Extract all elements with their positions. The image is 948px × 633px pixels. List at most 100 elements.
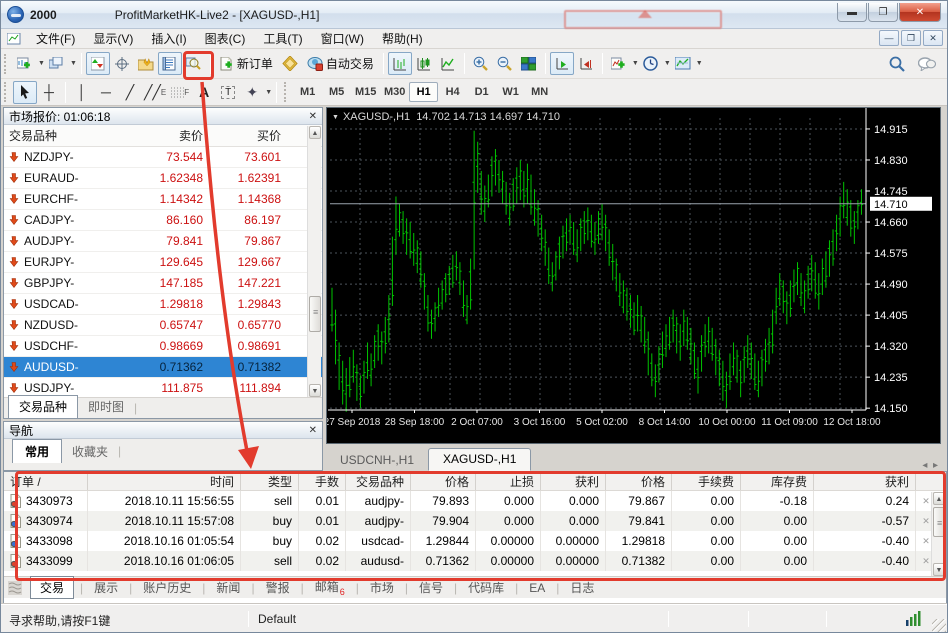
close-button[interactable]: ✕ <box>899 3 941 22</box>
col-bid[interactable]: 卖价 <box>131 127 209 144</box>
orders-col-4[interactable]: 交易品种 <box>346 472 411 490</box>
menu-item-6[interactable]: 帮助(H) <box>373 30 432 48</box>
chart-system-icon[interactable] <box>7 32 21 45</box>
terminal-tab-2[interactable]: 账户历史 <box>134 577 200 598</box>
chart-tab-usdcnh[interactable]: USDCNH-,H1 <box>326 450 428 471</box>
orders-col-8[interactable]: 价格 <box>606 472 672 490</box>
restore-button[interactable]: ❐ <box>868 3 898 22</box>
new-chart-button[interactable] <box>13 52 37 75</box>
chart-tab-xagusd[interactable]: XAGUSD-,H1 <box>428 448 532 471</box>
scroll-down-icon[interactable]: ▼ <box>933 563 945 576</box>
orders-col-2[interactable]: 类型 <box>241 472 299 490</box>
vertical-line-tool-button[interactable]: │ <box>70 81 94 104</box>
fibonacci-tool-button[interactable]: F <box>168 81 192 104</box>
market-watch-row[interactable]: NZDJPY- 73.544 73.601 <box>4 147 322 168</box>
tab-tick-chart[interactable]: 即时图 <box>78 396 134 418</box>
tab-common[interactable]: 常用 <box>12 439 63 463</box>
timeframe-m15-button[interactable]: M15 <box>351 82 380 102</box>
order-row[interactable]: 3430974 2018.10.11 15:57:08 buy 0.01 audjpy-… <box>4 511 946 531</box>
search-icon[interactable] <box>885 52 909 75</box>
new-order-button[interactable]: 新订单 <box>215 52 278 75</box>
timeframe-h4-button[interactable]: H4 <box>438 82 467 102</box>
market-watch-row[interactable]: CADJPY- 86.160 86.197 <box>4 210 322 231</box>
orders-col-7[interactable]: 获利 <box>541 472 606 490</box>
market-watch-row[interactable]: AUDJPY- 79.841 79.867 <box>4 231 322 252</box>
indicators-button[interactable] <box>607 52 631 75</box>
orders-col-3[interactable]: 手数 <box>299 472 346 490</box>
col-symbol[interactable]: 交易品种 <box>4 127 131 144</box>
orders-col-5[interactable]: 价格 <box>411 472 476 490</box>
market-watch-row[interactable]: AUDUSD- 0.71362 0.71382 <box>4 357 322 378</box>
text-label-tool-button[interactable]: T <box>216 81 240 104</box>
profiles-button[interactable] <box>45 52 69 75</box>
terminal-tab-0[interactable]: 交易 <box>30 576 75 599</box>
menu-item-2[interactable]: 插入(I) <box>142 30 195 48</box>
terminal-tab-7[interactable]: 信号 <box>410 577 452 598</box>
auto-scroll-button[interactable] <box>549 52 574 75</box>
menu-item-5[interactable]: 窗口(W) <box>312 30 373 48</box>
templates-button[interactable] <box>671 52 695 75</box>
zoom-in-button[interactable] <box>469 52 493 75</box>
status-profile[interactable]: Default <box>258 612 296 626</box>
toolbar-grip[interactable] <box>4 53 9 74</box>
mdi-restore-button[interactable]: ❐ <box>901 30 921 46</box>
new-chart-dropdown[interactable]: ▼ <box>38 60 45 67</box>
market-watch-row[interactable]: NZDUSD- 0.65747 0.65770 <box>4 315 322 336</box>
terminal-tab-9[interactable]: EA <box>520 579 554 597</box>
mdi-minimize-button[interactable]: — <box>879 30 899 46</box>
scroll-up-icon[interactable]: ▲ <box>309 126 321 139</box>
trendline-tool-button[interactable]: ╱ <box>118 81 142 104</box>
market-watch-toggle-button[interactable] <box>85 52 110 75</box>
price-chart[interactable]: 14.915 14.830 14.745 14.660 14.575 14.490 14.4… <box>327 108 940 443</box>
orders-col-9[interactable]: 手续费 <box>672 472 741 490</box>
templates-dropdown[interactable]: ▼ <box>696 60 703 67</box>
scroll-thumb[interactable] <box>933 507 945 537</box>
arrows-tool-button[interactable]: ✦ <box>240 81 264 104</box>
periods-dropdown[interactable]: ▼ <box>664 60 671 67</box>
navigator-toggle-button[interactable] <box>134 52 158 75</box>
arrows-dropdown[interactable]: ▼ <box>265 89 272 96</box>
indicators-dropdown[interactable]: ▼ <box>632 60 639 67</box>
market-watch-row[interactable]: GBPJPY- 147.185 147.221 <box>4 273 322 294</box>
timeframe-m5-button[interactable]: M5 <box>322 82 351 102</box>
crosshair-tool-button[interactable]: ┼ <box>37 81 61 104</box>
market-watch-row[interactable]: USDCHF- 0.98669 0.98691 <box>4 336 322 357</box>
chart-window[interactable]: 14.915 14.830 14.745 14.660 14.575 14.490 14.4… <box>326 107 941 444</box>
scroll-thumb[interactable] <box>309 296 321 332</box>
autotrading-button[interactable]: 自动交易 <box>302 52 379 75</box>
mdi-close-button[interactable]: ✕ <box>923 30 943 46</box>
market-watch-close-icon[interactable]: ✕ <box>309 111 317 122</box>
market-watch-row[interactable]: USDCAD- 1.29818 1.29843 <box>4 294 322 315</box>
zoom-out-button[interactable] <box>493 52 517 75</box>
orders-col-6[interactable]: 止损 <box>476 472 541 490</box>
timeframe-m30-button[interactable]: M30 <box>380 82 409 102</box>
market-watch-row[interactable]: EURCHF- 1.14342 1.14368 <box>4 189 322 210</box>
market-watch-row[interactable]: EURAUD- 1.62348 1.62391 <box>4 168 322 189</box>
menu-item-4[interactable]: 工具(T) <box>254 30 311 48</box>
market-watch-scrollbar[interactable]: ▲ ▼ <box>307 126 321 397</box>
order-row[interactable]: 3430973 2018.10.11 15:56:55 sell 0.01 audjpy… <box>4 491 946 511</box>
terminal-scrollbar[interactable]: ▲ ▼ <box>931 492 945 576</box>
menu-item-3[interactable]: 图表(C) <box>196 30 255 48</box>
chart-shift-button[interactable] <box>574 52 598 75</box>
bar-chart-button[interactable] <box>387 52 412 75</box>
terminal-tab-3[interactable]: 新闻 <box>207 577 249 598</box>
resize-grip[interactable] <box>932 619 946 632</box>
metaeditor-button[interactable] <box>278 52 302 75</box>
orders-col-0[interactable]: 订单 / <box>4 472 88 490</box>
strategy-tester-button[interactable] <box>182 52 206 75</box>
channel-tool-button[interactable]: ╱╱ E <box>142 81 168 104</box>
order-row[interactable]: 3433099 2018.10.16 01:06:05 sell 0.02 audusd… <box>4 551 946 571</box>
chat-icon[interactable] <box>915 52 939 75</box>
periods-button[interactable] <box>639 52 663 75</box>
orders-col-10[interactable]: 库存费 <box>741 472 814 490</box>
terminal-tab-6[interactable]: 市场 <box>361 577 403 598</box>
orders-col-11[interactable]: 获利 <box>814 472 916 490</box>
tab-symbols[interactable]: 交易品种 <box>8 395 79 418</box>
cursor-tool-button[interactable] <box>13 80 37 104</box>
terminal-toggle-button[interactable] <box>157 52 182 75</box>
menu-item-1[interactable]: 显示(V) <box>84 30 142 48</box>
chart-tab-scroll-icons[interactable]: ◂ ▸ <box>922 460 944 471</box>
timeframe-w1-button[interactable]: W1 <box>496 82 525 102</box>
terminal-tab-10[interactable]: 日志 <box>561 577 603 598</box>
